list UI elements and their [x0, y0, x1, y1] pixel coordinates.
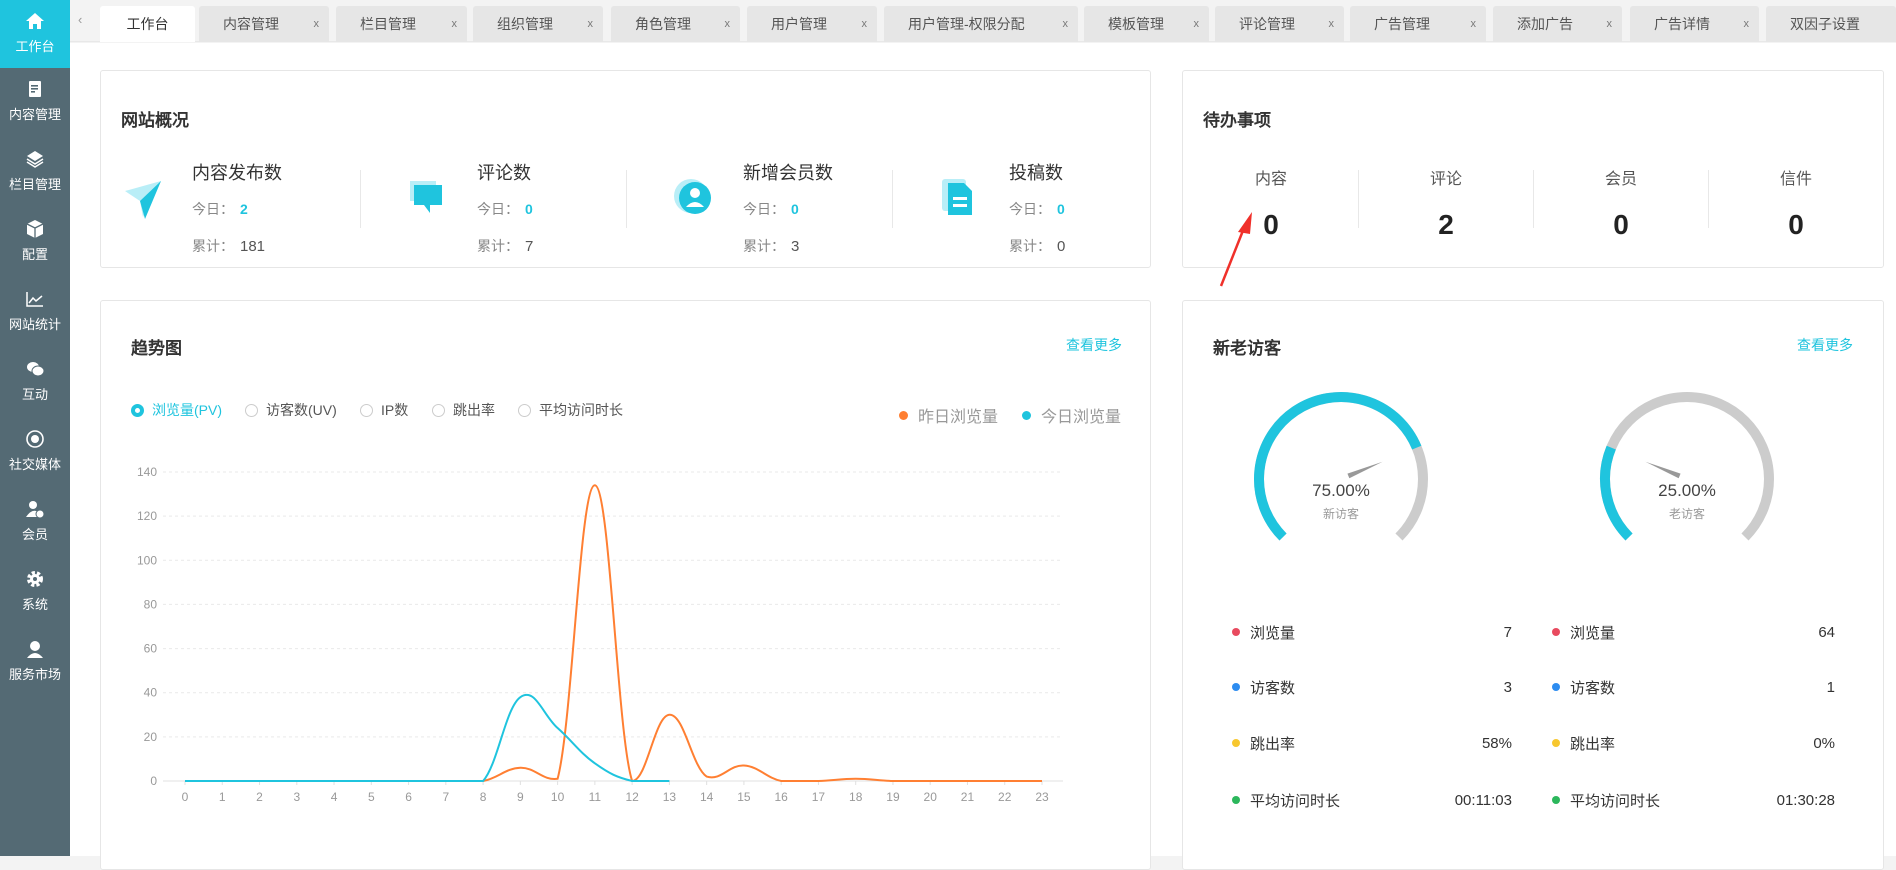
- stat-dot: [1232, 739, 1240, 747]
- visitor-stat-row: 跳出率 0%: [1552, 731, 1835, 755]
- visitor-stat-row: 平均访问时长 00:11:03: [1232, 788, 1512, 812]
- gauge-label: 老访客: [1669, 506, 1705, 521]
- stat-label: 浏览量: [1570, 624, 1616, 642]
- visitor-stat-row: 访客数 3: [1232, 675, 1512, 699]
- gauge-pointer: [1347, 461, 1383, 479]
- visitor-gauges: 75.00% 新访客 25.00% 老访客: [1254, 392, 1774, 541]
- visitor-stat-row: 跳出率 58%: [1232, 731, 1512, 755]
- visitor-stat-row: 浏览量 7: [1232, 620, 1512, 644]
- stat-dot: [1552, 683, 1560, 691]
- stat-label: 跳出率: [1570, 735, 1616, 753]
- stat-value: 01:30:28: [1776, 791, 1835, 809]
- stat-value: 3: [1503, 678, 1512, 696]
- stat-value: 00:11:03: [1454, 791, 1512, 809]
- gauge-label: 新访客: [1323, 506, 1359, 521]
- stat-label: 平均访问时长: [1570, 792, 1661, 810]
- stat-dot: [1232, 796, 1240, 804]
- stat-value: 64: [1818, 623, 1835, 641]
- gauge-value: 25.00%: [1658, 481, 1716, 500]
- gauge-pointer: [1645, 461, 1681, 479]
- stat-value: 0%: [1813, 734, 1835, 752]
- stat-label: 平均访问时长: [1250, 792, 1341, 810]
- stat-dot: [1232, 628, 1240, 636]
- stat-dot: [1552, 628, 1560, 636]
- stat-dot: [1552, 739, 1560, 747]
- stat-value: 1: [1826, 678, 1835, 696]
- visitor-stat-row: 浏览量 64: [1552, 620, 1835, 644]
- stat-dot: [1552, 796, 1560, 804]
- stat-value: 7: [1503, 623, 1512, 641]
- visitor-stat-row: 平均访问时长 01:30:28: [1552, 788, 1835, 812]
- gauge-value: 75.00%: [1312, 481, 1370, 500]
- stat-value: 58%: [1481, 734, 1512, 752]
- stat-label: 跳出率: [1250, 735, 1296, 753]
- stat-dot: [1232, 683, 1240, 691]
- visitor-stat-row: 访客数 1: [1552, 675, 1835, 699]
- stat-label: 访客数: [1570, 679, 1616, 697]
- stat-label: 访客数: [1250, 679, 1296, 697]
- stat-label: 浏览量: [1250, 624, 1296, 642]
- gauge-fill: [1600, 445, 1633, 541]
